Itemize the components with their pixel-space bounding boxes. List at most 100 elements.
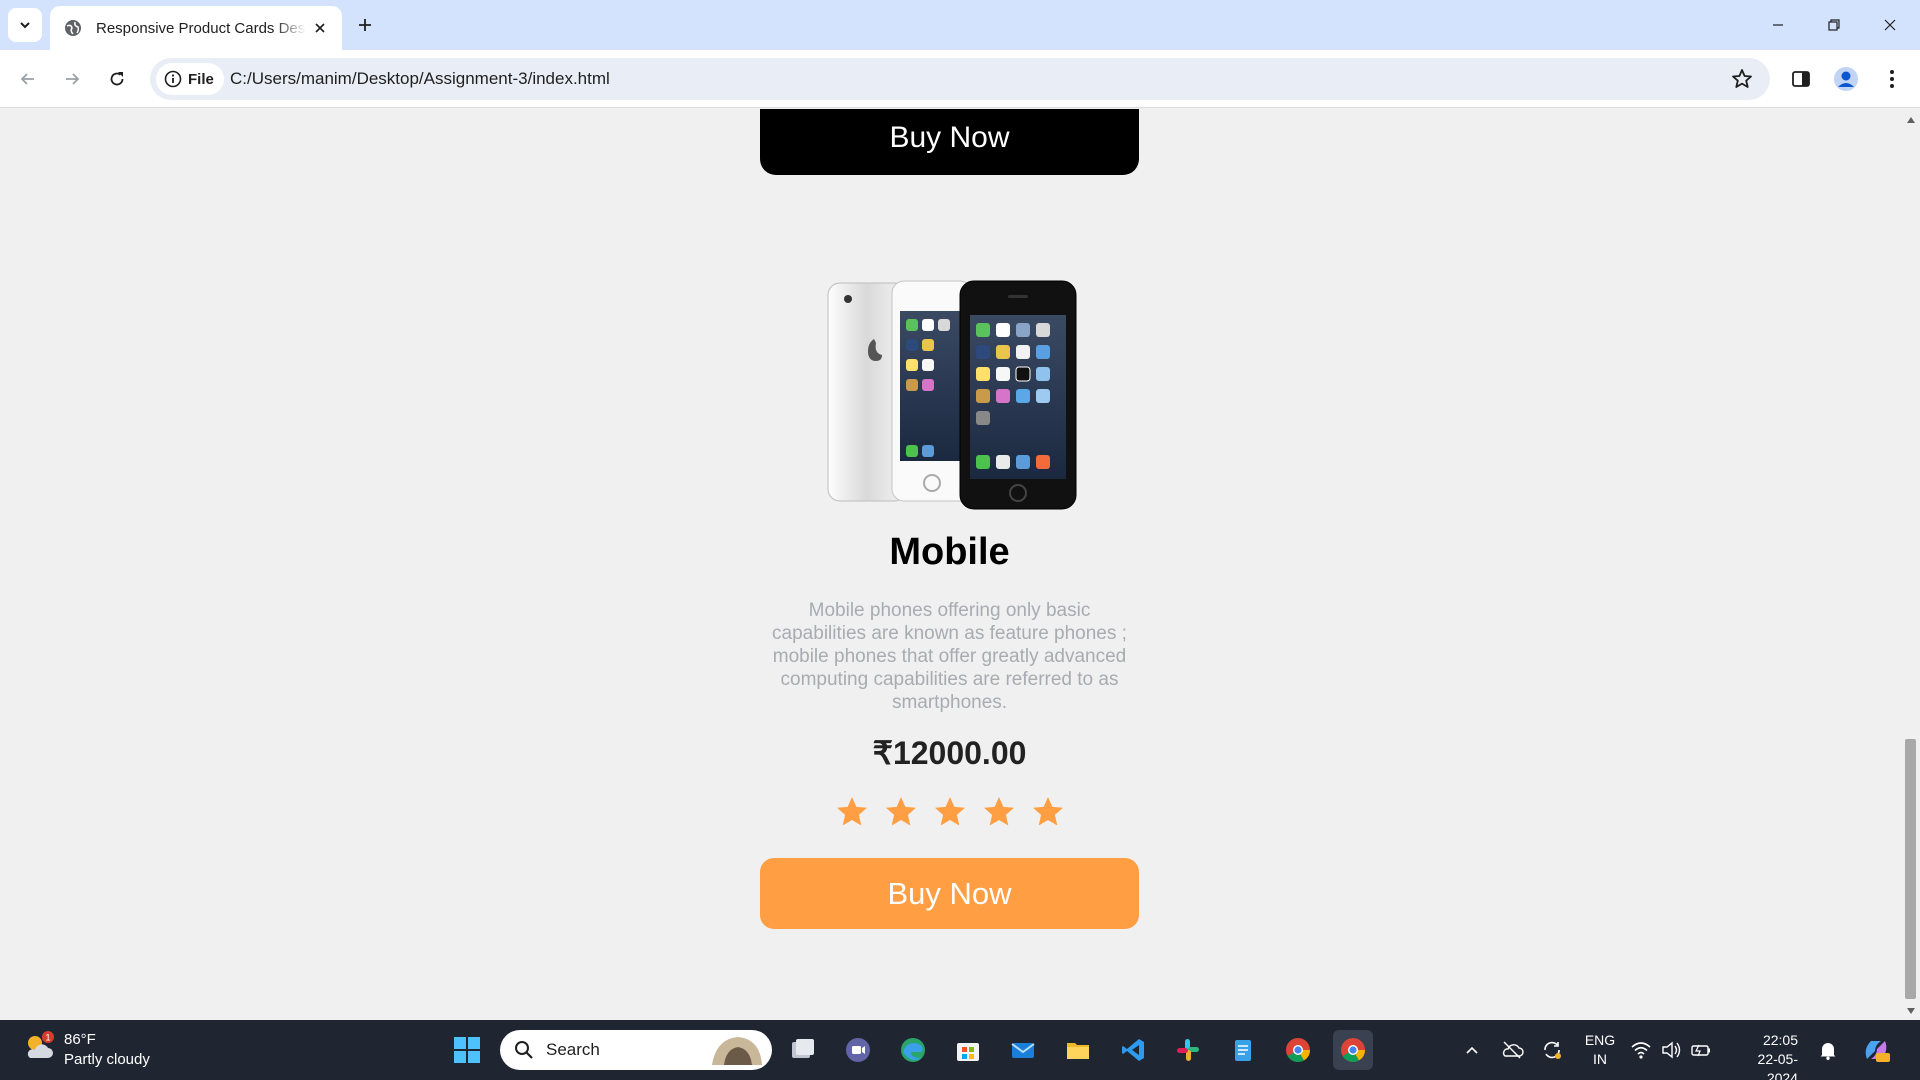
close-icon	[1884, 19, 1896, 31]
chrome-icon	[1286, 1038, 1310, 1063]
chrome-icon	[1341, 1038, 1365, 1063]
notepad-button[interactable]	[1223, 1030, 1263, 1070]
teams-meet-button[interactable]	[838, 1030, 878, 1070]
minimize-button[interactable]	[1750, 0, 1806, 50]
onedrive-button[interactable]	[1492, 1030, 1532, 1070]
chevron-down-icon	[20, 22, 30, 29]
product-image-phones	[827, 280, 1076, 510]
microsoft-store-button[interactable]	[948, 1030, 988, 1070]
weather-widget[interactable]: 1 86°F Partly cloudy	[22, 1030, 150, 1070]
page-scrollbar[interactable]	[1902, 109, 1920, 1020]
url-text[interactable]: C:/Users/manim/Desktop/Assignment-3/inde…	[230, 69, 610, 89]
side-panel-button[interactable]	[1785, 63, 1817, 95]
copilot-icon	[1865, 1041, 1890, 1062]
more-vertical-icon	[1890, 70, 1894, 88]
buy-now-button[interactable]: Buy Now	[760, 858, 1139, 929]
rating-stars	[760, 794, 1139, 830]
minimize-icon	[1773, 24, 1783, 26]
forward-button[interactable]	[56, 63, 88, 95]
chrome-profile-button[interactable]	[1278, 1030, 1318, 1070]
star-icon	[934, 797, 965, 826]
bookmark-star-icon[interactable]	[1730, 67, 1754, 91]
arrow-left-icon	[20, 73, 34, 85]
new-tab-button[interactable]	[352, 12, 378, 38]
vscode-icon	[1122, 1039, 1144, 1061]
vscode-button[interactable]	[1113, 1030, 1153, 1070]
copilot-button[interactable]	[1856, 1030, 1896, 1070]
avatar-icon	[1834, 67, 1858, 91]
close-icon	[315, 23, 325, 33]
windows-taskbar: 1 86°F Partly cloudy Search ENG IN 22:05…	[0, 1020, 1920, 1080]
region-code: IN	[1593, 1051, 1607, 1067]
battery-icon	[1691, 1044, 1710, 1057]
folder-icon	[1067, 1043, 1089, 1059]
address-bar[interactable]: File C:/Users/manim/Desktop/Assignment-3…	[150, 58, 1770, 100]
store-icon	[957, 1043, 979, 1061]
browser-menu-button[interactable]	[1876, 63, 1908, 95]
browser-title-bar: Responsive Product Cards Design	[0, 0, 1920, 50]
tab-title: Responsive Product Cards Design	[96, 19, 306, 37]
star-icon	[983, 797, 1014, 826]
product-card: Mobile Mobile phones offering only basic…	[760, 269, 1139, 929]
chrome-active-button[interactable]	[1333, 1030, 1373, 1070]
task-view-icon	[792, 1039, 814, 1058]
edge-browser-icon	[901, 1038, 925, 1062]
search-icon	[515, 1041, 533, 1059]
slack-button[interactable]	[1168, 1030, 1208, 1070]
site-info-label: File	[188, 70, 214, 88]
product-price: ₹12000.00	[872, 735, 1027, 771]
clock-time: 22:05	[1762, 1032, 1798, 1048]
star-icon	[836, 797, 867, 826]
mail-button[interactable]	[1003, 1030, 1043, 1070]
video-chat-icon	[846, 1038, 870, 1062]
globe-icon	[65, 20, 81, 36]
clock[interactable]: 22:05 22-05-2024	[1728, 1031, 1798, 1080]
scroll-up-arrow-icon[interactable]	[1907, 117, 1915, 123]
clock-date: 22-05-2024	[1757, 1051, 1798, 1080]
star-icon	[1032, 797, 1063, 826]
scroll-thumb[interactable]	[1905, 739, 1916, 999]
info-icon	[164, 70, 182, 88]
bell-icon	[1820, 1043, 1836, 1060]
reload-button[interactable]	[101, 63, 133, 95]
scroll-down-arrow-icon[interactable]	[1907, 1008, 1915, 1014]
product-name: Mobile	[889, 531, 1010, 573]
restore-button[interactable]	[1806, 0, 1862, 50]
tab-search-button[interactable]	[8, 8, 42, 42]
plus-icon	[359, 19, 371, 31]
browser-tab-active[interactable]: Responsive Product Cards Design	[50, 6, 342, 50]
back-button[interactable]	[12, 63, 44, 95]
close-window-button[interactable]	[1862, 0, 1918, 50]
notifications-button[interactable]	[1814, 1030, 1842, 1070]
previous-card-buy-button[interactable]: Buy Now	[760, 109, 1139, 175]
product-description: Mobile phones offering only basic capabi…	[772, 600, 1127, 713]
show-hidden-icons-button[interactable]	[1452, 1030, 1492, 1070]
taskbar-search[interactable]: Search	[500, 1030, 772, 1070]
language-indicator[interactable]: ENG IN	[1580, 1031, 1620, 1069]
site-info-chip[interactable]: File	[156, 63, 224, 95]
sync-button[interactable]	[1532, 1030, 1572, 1070]
search-highlight-icon	[712, 1037, 762, 1065]
weather-condition: Partly cloudy	[64, 1051, 150, 1068]
wifi-icon	[1631, 1042, 1651, 1059]
notepad-icon	[1235, 1040, 1251, 1061]
profile-button[interactable]	[1830, 63, 1862, 95]
page-viewport: Buy Now Mobile Mobile phones offering on…	[0, 109, 1902, 1020]
browser-toolbar: File C:/Users/manim/Desktop/Assignment-3…	[0, 50, 1920, 108]
tab-close-button[interactable]	[310, 18, 330, 38]
file-explorer-button[interactable]	[1058, 1030, 1098, 1070]
weather-alert-badge: 1	[45, 1033, 50, 1043]
restore-icon	[1828, 19, 1840, 31]
weather-temperature: 86°F	[64, 1031, 96, 1048]
windows-logo-icon	[454, 1037, 480, 1063]
task-view-button[interactable]	[783, 1030, 823, 1070]
reload-icon	[110, 72, 124, 86]
side-panel-icon	[1792, 71, 1810, 87]
start-button[interactable]	[447, 1030, 487, 1070]
quick-settings-button[interactable]	[1626, 1030, 1716, 1070]
sync-icon	[1544, 1041, 1561, 1059]
cloud-offline-icon	[1502, 1041, 1524, 1059]
edge-dev-button[interactable]	[893, 1030, 933, 1070]
language-code: ENG	[1584, 1032, 1616, 1048]
mail-icon	[1011, 1043, 1035, 1058]
